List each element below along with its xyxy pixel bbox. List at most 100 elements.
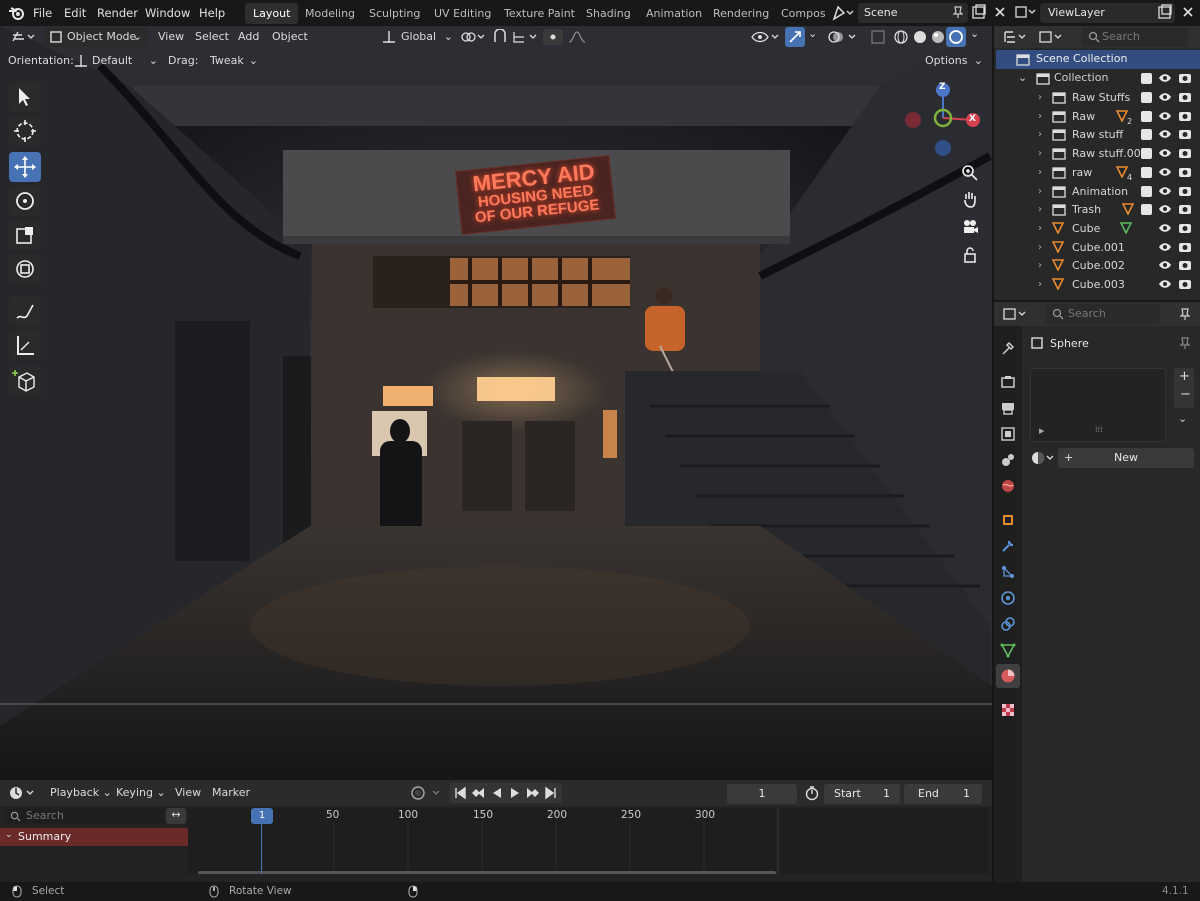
chevron-right-icon[interactable]: › — [1038, 144, 1042, 163]
zoom-icon[interactable] — [961, 164, 979, 182]
wireframe-shading-icon[interactable] — [893, 29, 909, 45]
summary-row[interactable]: ⌄ Summary — [0, 828, 188, 846]
drag-dropdown[interactable]: Tweak ⌄ — [203, 51, 261, 71]
options-dropdown[interactable]: Options ⌄ — [925, 51, 985, 71]
chevron-right-icon[interactable]: › — [1038, 107, 1042, 126]
menu-file[interactable]: File — [33, 0, 52, 26]
pin-icon[interactable] — [951, 5, 965, 19]
exclude-checkbox[interactable] — [1141, 73, 1152, 84]
eye-icon[interactable] — [1158, 203, 1172, 215]
chevron-right-icon[interactable]: › — [1038, 256, 1042, 275]
camera-render-icon[interactable] — [1178, 203, 1192, 215]
outliner-row[interactable]: › Raw 2 — [994, 107, 1200, 126]
particles-tab-icon[interactable] — [1000, 564, 1016, 580]
outliner-row[interactable]: › Raw stuff — [994, 125, 1200, 144]
camera-render-icon[interactable] — [1178, 278, 1192, 290]
exclude-checkbox[interactable] — [1141, 148, 1152, 160]
physics-tab-icon[interactable] — [1000, 590, 1016, 606]
menu-edit[interactable]: Edit — [64, 0, 86, 26]
chevron-right-icon[interactable]: › — [1038, 219, 1042, 238]
editor-type-icon[interactable] — [10, 29, 38, 45]
tab-layout[interactable]: Layout — [245, 3, 299, 24]
exclude-checkbox[interactable] — [1141, 166, 1152, 178]
outliner-editor-icon[interactable] — [1002, 29, 1030, 45]
timeline-menu-marker[interactable]: Marker — [212, 783, 250, 803]
tab-modeling[interactable]: Modeling — [297, 3, 363, 24]
eye-icon[interactable] — [1158, 278, 1172, 290]
eye-icon[interactable] — [1158, 166, 1172, 178]
gizmo-toggle-button[interactable] — [785, 27, 805, 47]
sync-arrows-icon[interactable]: ↔ — [166, 808, 186, 824]
exclude-checkbox[interactable] — [1141, 185, 1152, 197]
camera-render-icon[interactable] — [1178, 128, 1192, 140]
menu-add[interactable]: Add — [238, 27, 259, 47]
tab-rendering[interactable]: Rendering — [705, 3, 777, 24]
solid-shading-icon[interactable] — [912, 29, 928, 45]
outliner-row[interactable]: › Cube.002 — [994, 256, 1200, 275]
tab-compositing[interactable]: Compos — [773, 3, 825, 24]
jump-end-icon[interactable] — [543, 785, 559, 801]
chevron-right-icon[interactable]: › — [1038, 182, 1042, 201]
exclude-checkbox[interactable] — [1141, 92, 1152, 103]
transform-orientation-dropdown[interactable]: Global ⌄ — [380, 27, 455, 47]
remove-slot-button[interactable]: − — [1180, 387, 1191, 402]
resize-grip-icon[interactable]: ⁞⁞⁞ — [1095, 425, 1103, 434]
material-preview-icon[interactable] — [930, 29, 946, 45]
lock-icon[interactable] — [961, 246, 979, 264]
timeline-search-input[interactable]: Search — [4, 808, 164, 824]
browse-material-icon[interactable] — [1030, 450, 1058, 466]
chevron-right-icon[interactable]: › — [1038, 88, 1042, 107]
start-frame-field[interactable]: Start 1 — [824, 784, 900, 804]
eye-icon[interactable] — [1158, 72, 1172, 84]
outliner-row[interactable]: › Animation — [994, 182, 1200, 201]
annotate-tool[interactable] — [9, 296, 41, 326]
measure-tool[interactable] — [9, 330, 41, 360]
playback-dropdown[interactable]: Playback ⌄ — [50, 783, 112, 803]
view-layer-tab-icon[interactable] — [1000, 426, 1016, 442]
outliner-row[interactable]: › raw 4 — [994, 163, 1200, 182]
camera-render-icon[interactable] — [1178, 222, 1192, 234]
menu-render[interactable]: Render — [97, 0, 138, 26]
add-slot-button[interactable]: + — [1179, 369, 1190, 384]
eye-icon[interactable] — [1158, 147, 1172, 159]
chevron-right-icon[interactable]: › — [1038, 238, 1042, 257]
playhead-frame[interactable]: 1 — [251, 808, 273, 824]
exclude-checkbox[interactable] — [1141, 110, 1152, 122]
output-tab-icon[interactable] — [1000, 400, 1016, 416]
eye-icon[interactable] — [1158, 185, 1172, 197]
overlays-icon[interactable] — [827, 29, 861, 45]
tab-texture-paint[interactable]: Texture Paint — [496, 3, 583, 24]
expand-arrow-icon[interactable]: ▶ — [1039, 427, 1044, 435]
rendered-shading-button[interactable] — [946, 27, 966, 47]
orientation-dropdown[interactable]: Default ⌄ — [70, 51, 162, 71]
collection-row[interactable]: ⌄ Collection — [996, 69, 1200, 88]
cursor-tool[interactable] — [9, 116, 41, 146]
chevron-right-icon[interactable]: › — [1038, 125, 1042, 144]
move-tool[interactable] — [9, 152, 41, 182]
chevron-down-icon[interactable]: ⌄ — [808, 27, 817, 40]
eye-icon[interactable] — [1158, 128, 1172, 140]
transform-tool[interactable] — [9, 254, 41, 284]
tab-uv-editing[interactable]: UV Editing — [426, 3, 499, 24]
play-icon[interactable] — [507, 785, 523, 801]
camera-render-icon[interactable] — [1178, 147, 1192, 159]
menu-view[interactable]: View — [158, 27, 184, 47]
menu-window[interactable]: Window — [145, 0, 190, 26]
new-viewlayer-icon[interactable] — [1157, 4, 1173, 20]
end-frame-field[interactable]: End 1 — [904, 784, 982, 804]
play-reverse-icon[interactable] — [489, 785, 505, 801]
stopwatch-icon[interactable] — [804, 785, 820, 801]
camera-render-icon[interactable] — [1178, 185, 1192, 197]
chevron-right-icon[interactable]: › — [1038, 200, 1042, 219]
new-scene-icon[interactable] — [971, 4, 987, 20]
data-tab-icon[interactable] — [1000, 642, 1016, 658]
menu-select[interactable]: Select — [195, 27, 229, 47]
chevron-right-icon[interactable]: › — [1038, 275, 1042, 294]
scene-selector-icon[interactable] — [832, 5, 854, 21]
object-mode-dropdown[interactable]: Object Mode ⌄ — [44, 27, 147, 47]
outliner-row[interactable]: › Raw Stuffs — [994, 88, 1200, 107]
next-keyframe-icon[interactable] — [525, 785, 541, 801]
proportional-edit-icon[interactable] — [543, 29, 587, 45]
camera-render-icon[interactable] — [1178, 241, 1192, 253]
pin-icon[interactable] — [1178, 307, 1192, 321]
